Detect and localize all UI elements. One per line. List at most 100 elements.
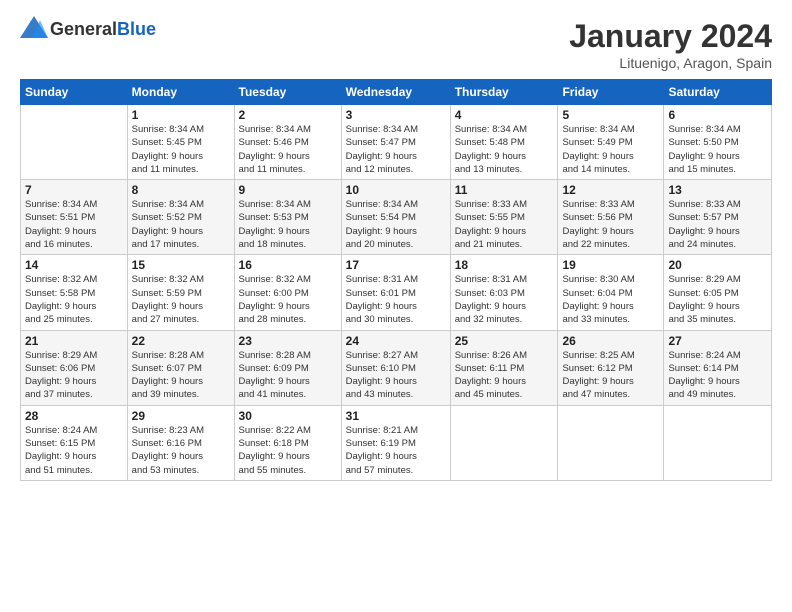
- day-info: Sunrise: 8:24 AM Sunset: 6:15 PM Dayligh…: [25, 424, 123, 477]
- day-number: 12: [562, 183, 659, 197]
- calendar-cell: 9Sunrise: 8:34 AM Sunset: 5:53 PM Daylig…: [234, 180, 341, 255]
- day-number: 6: [668, 108, 767, 122]
- calendar-cell: 17Sunrise: 8:31 AM Sunset: 6:01 PM Dayli…: [341, 255, 450, 330]
- day-number: 21: [25, 334, 123, 348]
- day-info: Sunrise: 8:34 AM Sunset: 5:45 PM Dayligh…: [132, 123, 230, 176]
- day-info: Sunrise: 8:34 AM Sunset: 5:52 PM Dayligh…: [132, 198, 230, 251]
- day-info: Sunrise: 8:31 AM Sunset: 6:03 PM Dayligh…: [455, 273, 554, 326]
- calendar-week-row: 1Sunrise: 8:34 AM Sunset: 5:45 PM Daylig…: [21, 105, 772, 180]
- title-section: January 2024 Lituenigo, Aragon, Spain: [569, 18, 772, 71]
- weekday-header: Tuesday: [234, 80, 341, 105]
- day-info: Sunrise: 8:24 AM Sunset: 6:14 PM Dayligh…: [668, 349, 767, 402]
- day-info: Sunrise: 8:22 AM Sunset: 6:18 PM Dayligh…: [239, 424, 337, 477]
- calendar-cell: 13Sunrise: 8:33 AM Sunset: 5:57 PM Dayli…: [664, 180, 772, 255]
- calendar-cell: [664, 405, 772, 480]
- calendar-cell: [558, 405, 664, 480]
- day-number: 24: [346, 334, 446, 348]
- day-number: 8: [132, 183, 230, 197]
- day-number: 30: [239, 409, 337, 423]
- day-number: 20: [668, 258, 767, 272]
- day-number: 1: [132, 108, 230, 122]
- day-info: Sunrise: 8:26 AM Sunset: 6:11 PM Dayligh…: [455, 349, 554, 402]
- day-info: Sunrise: 8:34 AM Sunset: 5:50 PM Dayligh…: [668, 123, 767, 176]
- day-info: Sunrise: 8:25 AM Sunset: 6:12 PM Dayligh…: [562, 349, 659, 402]
- calendar-cell: [450, 405, 558, 480]
- day-number: 11: [455, 183, 554, 197]
- day-info: Sunrise: 8:28 AM Sunset: 6:07 PM Dayligh…: [132, 349, 230, 402]
- calendar-cell: 22Sunrise: 8:28 AM Sunset: 6:07 PM Dayli…: [127, 330, 234, 405]
- logo-icon: [20, 16, 48, 38]
- day-number: 13: [668, 183, 767, 197]
- day-number: 2: [239, 108, 337, 122]
- location-title: Lituenigo, Aragon, Spain: [569, 55, 772, 71]
- day-info: Sunrise: 8:30 AM Sunset: 6:04 PM Dayligh…: [562, 273, 659, 326]
- day-number: 9: [239, 183, 337, 197]
- calendar-cell: 19Sunrise: 8:30 AM Sunset: 6:04 PM Dayli…: [558, 255, 664, 330]
- weekday-header-row: SundayMondayTuesdayWednesdayThursdayFrid…: [21, 80, 772, 105]
- day-number: 26: [562, 334, 659, 348]
- day-number: 3: [346, 108, 446, 122]
- day-info: Sunrise: 8:34 AM Sunset: 5:54 PM Dayligh…: [346, 198, 446, 251]
- day-number: 14: [25, 258, 123, 272]
- page: GeneralBlue January 2024 Lituenigo, Arag…: [0, 0, 792, 612]
- calendar-cell: 15Sunrise: 8:32 AM Sunset: 5:59 PM Dayli…: [127, 255, 234, 330]
- day-number: 28: [25, 409, 123, 423]
- day-number: 23: [239, 334, 337, 348]
- day-info: Sunrise: 8:33 AM Sunset: 5:56 PM Dayligh…: [562, 198, 659, 251]
- calendar-week-row: 14Sunrise: 8:32 AM Sunset: 5:58 PM Dayli…: [21, 255, 772, 330]
- day-number: 27: [668, 334, 767, 348]
- calendar-table: SundayMondayTuesdayWednesdayThursdayFrid…: [20, 79, 772, 481]
- day-number: 17: [346, 258, 446, 272]
- day-number: 16: [239, 258, 337, 272]
- weekday-header: Monday: [127, 80, 234, 105]
- day-info: Sunrise: 8:34 AM Sunset: 5:51 PM Dayligh…: [25, 198, 123, 251]
- calendar-cell: 23Sunrise: 8:28 AM Sunset: 6:09 PM Dayli…: [234, 330, 341, 405]
- calendar-cell: 16Sunrise: 8:32 AM Sunset: 6:00 PM Dayli…: [234, 255, 341, 330]
- calendar-week-row: 21Sunrise: 8:29 AM Sunset: 6:06 PM Dayli…: [21, 330, 772, 405]
- day-number: 5: [562, 108, 659, 122]
- calendar-cell: 29Sunrise: 8:23 AM Sunset: 6:16 PM Dayli…: [127, 405, 234, 480]
- day-info: Sunrise: 8:32 AM Sunset: 5:58 PM Dayligh…: [25, 273, 123, 326]
- day-number: 29: [132, 409, 230, 423]
- weekday-header: Saturday: [664, 80, 772, 105]
- calendar-cell: 21Sunrise: 8:29 AM Sunset: 6:06 PM Dayli…: [21, 330, 128, 405]
- calendar-cell: 30Sunrise: 8:22 AM Sunset: 6:18 PM Dayli…: [234, 405, 341, 480]
- day-number: 31: [346, 409, 446, 423]
- calendar-cell: 31Sunrise: 8:21 AM Sunset: 6:19 PM Dayli…: [341, 405, 450, 480]
- logo-blue: Blue: [117, 19, 156, 39]
- day-info: Sunrise: 8:29 AM Sunset: 6:05 PM Dayligh…: [668, 273, 767, 326]
- day-info: Sunrise: 8:23 AM Sunset: 6:16 PM Dayligh…: [132, 424, 230, 477]
- day-info: Sunrise: 8:32 AM Sunset: 5:59 PM Dayligh…: [132, 273, 230, 326]
- calendar-cell: 27Sunrise: 8:24 AM Sunset: 6:14 PM Dayli…: [664, 330, 772, 405]
- calendar-cell: 8Sunrise: 8:34 AM Sunset: 5:52 PM Daylig…: [127, 180, 234, 255]
- weekday-header: Sunday: [21, 80, 128, 105]
- day-info: Sunrise: 8:33 AM Sunset: 5:57 PM Dayligh…: [668, 198, 767, 251]
- weekday-header: Wednesday: [341, 80, 450, 105]
- day-number: 10: [346, 183, 446, 197]
- calendar-cell: 25Sunrise: 8:26 AM Sunset: 6:11 PM Dayli…: [450, 330, 558, 405]
- day-info: Sunrise: 8:34 AM Sunset: 5:49 PM Dayligh…: [562, 123, 659, 176]
- day-info: Sunrise: 8:28 AM Sunset: 6:09 PM Dayligh…: [239, 349, 337, 402]
- day-info: Sunrise: 8:33 AM Sunset: 5:55 PM Dayligh…: [455, 198, 554, 251]
- calendar-cell: 28Sunrise: 8:24 AM Sunset: 6:15 PM Dayli…: [21, 405, 128, 480]
- day-number: 7: [25, 183, 123, 197]
- calendar-cell: [21, 105, 128, 180]
- day-info: Sunrise: 8:27 AM Sunset: 6:10 PM Dayligh…: [346, 349, 446, 402]
- logo: GeneralBlue: [20, 18, 156, 40]
- day-info: Sunrise: 8:29 AM Sunset: 6:06 PM Dayligh…: [25, 349, 123, 402]
- calendar-cell: 10Sunrise: 8:34 AM Sunset: 5:54 PM Dayli…: [341, 180, 450, 255]
- calendar-week-row: 7Sunrise: 8:34 AM Sunset: 5:51 PM Daylig…: [21, 180, 772, 255]
- calendar-cell: 1Sunrise: 8:34 AM Sunset: 5:45 PM Daylig…: [127, 105, 234, 180]
- day-info: Sunrise: 8:32 AM Sunset: 6:00 PM Dayligh…: [239, 273, 337, 326]
- day-info: Sunrise: 8:34 AM Sunset: 5:48 PM Dayligh…: [455, 123, 554, 176]
- month-title: January 2024: [569, 18, 772, 55]
- calendar-cell: 4Sunrise: 8:34 AM Sunset: 5:48 PM Daylig…: [450, 105, 558, 180]
- day-number: 22: [132, 334, 230, 348]
- day-info: Sunrise: 8:34 AM Sunset: 5:53 PM Dayligh…: [239, 198, 337, 251]
- day-info: Sunrise: 8:21 AM Sunset: 6:19 PM Dayligh…: [346, 424, 446, 477]
- calendar-week-row: 28Sunrise: 8:24 AM Sunset: 6:15 PM Dayli…: [21, 405, 772, 480]
- day-number: 4: [455, 108, 554, 122]
- day-number: 19: [562, 258, 659, 272]
- weekday-header: Friday: [558, 80, 664, 105]
- calendar-cell: 6Sunrise: 8:34 AM Sunset: 5:50 PM Daylig…: [664, 105, 772, 180]
